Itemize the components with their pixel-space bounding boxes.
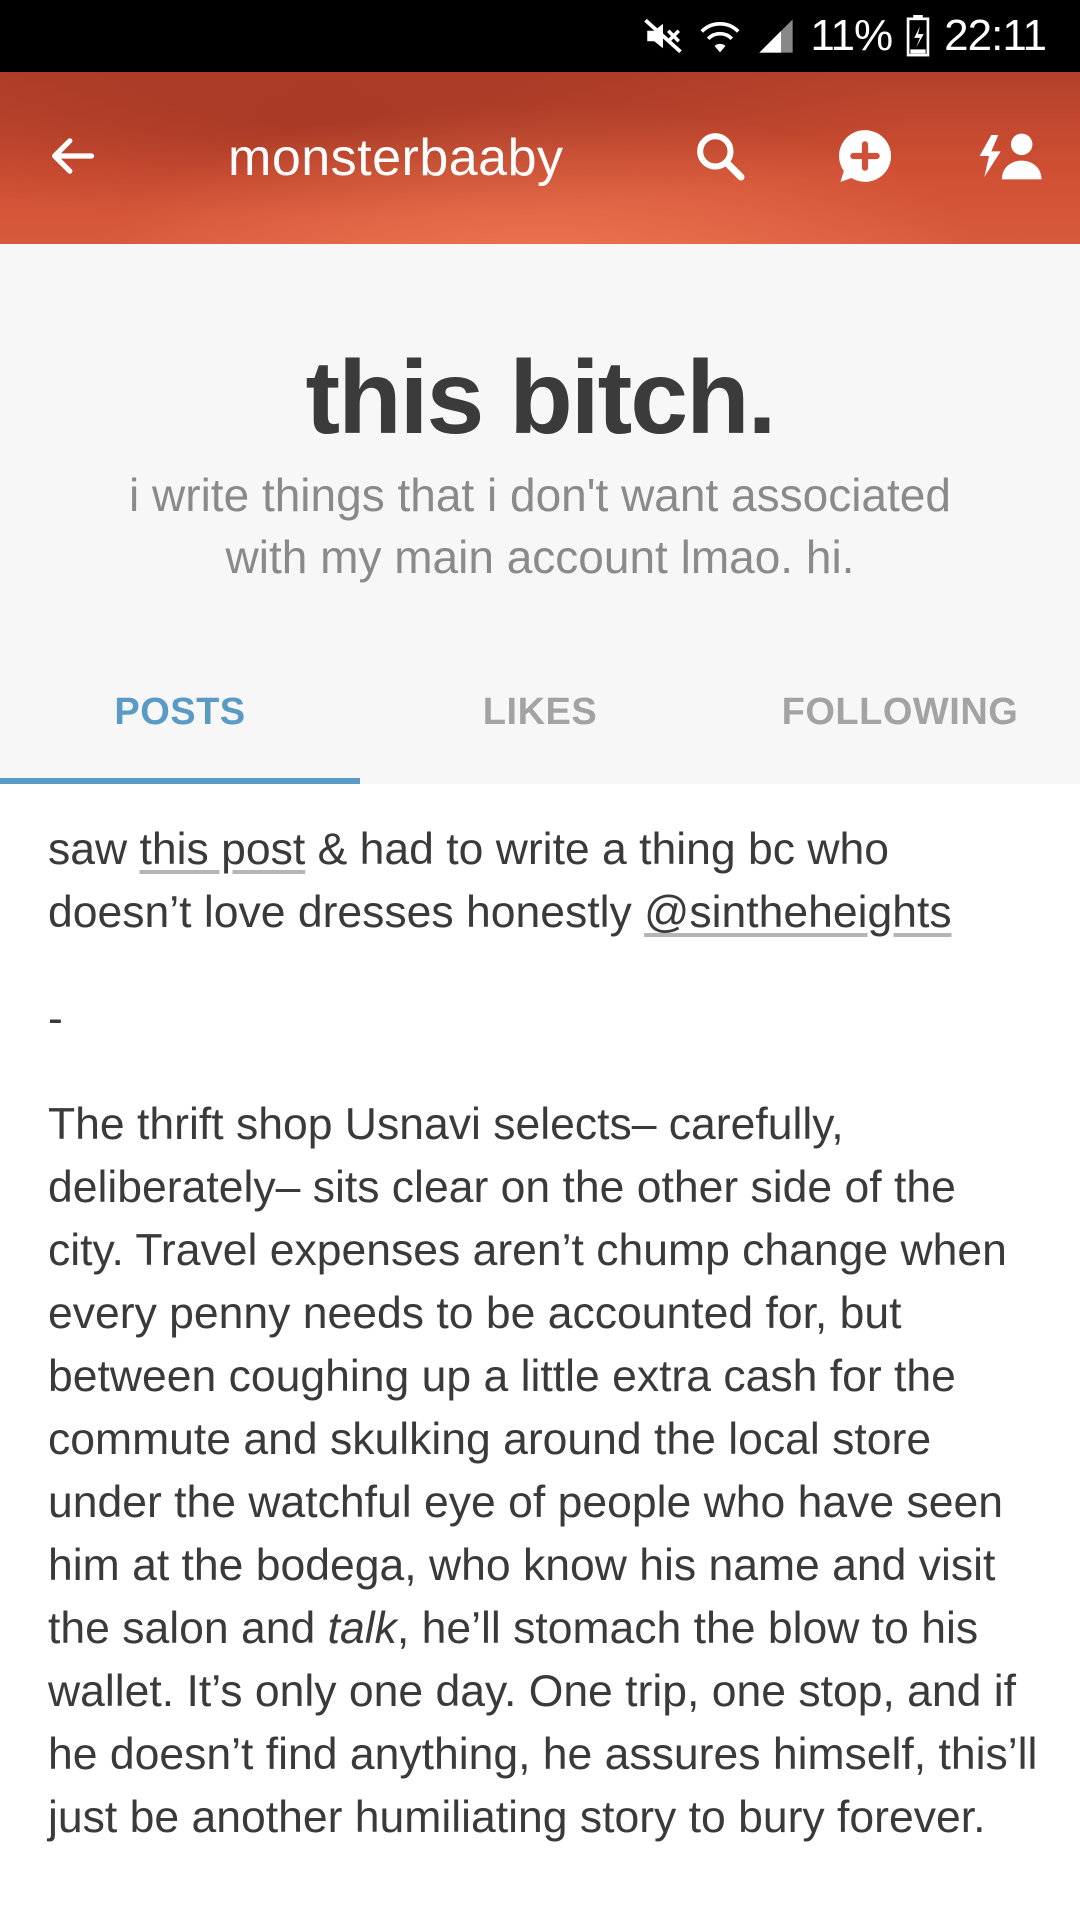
follow-button[interactable] [965, 72, 1055, 244]
tab-likes[interactable]: LIKES [360, 640, 720, 784]
separator: - [48, 994, 63, 1043]
message-button[interactable] [820, 72, 910, 244]
wifi-icon [698, 16, 742, 56]
search-button[interactable] [680, 72, 760, 244]
post-intro: saw this post & had to write a thing bc … [48, 818, 1038, 944]
search-icon [692, 128, 748, 189]
paragraph-emphasis: talk [327, 1604, 397, 1653]
compose-message-icon [834, 125, 896, 192]
follow-user-icon [977, 128, 1043, 189]
paragraph-text: The thrift shop Usnavi selects– carefull… [48, 1100, 1007, 1653]
intro-text: saw [48, 825, 140, 874]
status-bar: 11% 22:11 [0, 0, 1080, 72]
signal-icon [756, 16, 796, 56]
mention-link[interactable]: @sintheheights [644, 888, 951, 937]
clock: 22:11 [944, 11, 1047, 60]
post-link[interactable]: this post [140, 825, 306, 874]
post-body: saw this post & had to write a thing bc … [48, 818, 1038, 1849]
tab-following[interactable]: FOLLOWING [720, 640, 1080, 784]
back-button[interactable] [30, 72, 114, 244]
blog-name: monsterbaaby [228, 129, 564, 187]
tab-bar: POSTS LIKES FOLLOWING [0, 640, 1080, 784]
tab-posts[interactable]: POSTS [0, 640, 360, 784]
blog-description: i write things that i don't want associa… [129, 469, 951, 583]
battery-percent: 11% [810, 11, 893, 60]
active-tab-indicator [0, 778, 360, 784]
post-paragraph: The thrift shop Usnavi selects– carefull… [48, 1093, 1038, 1849]
back-arrow-icon [46, 130, 98, 187]
app-bar: monsterbaaby [0, 72, 1080, 244]
status-icons: 11% 22:11 [642, 0, 1047, 72]
blog-heading: this bitch. [305, 340, 776, 456]
battery-icon [906, 15, 930, 57]
mute-icon [642, 15, 684, 57]
